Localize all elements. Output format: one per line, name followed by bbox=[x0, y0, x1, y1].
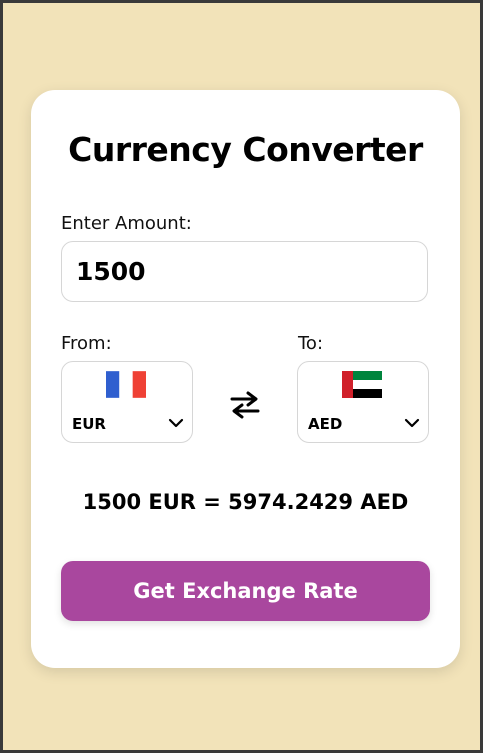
uae-flag-icon bbox=[342, 371, 382, 398]
conversion-result: 1500 EUR = 5974.2429 AED bbox=[82, 490, 409, 514]
converter-card: Currency Converter Enter Amount: From: E… bbox=[31, 90, 460, 668]
swap-arrows-icon[interactable] bbox=[228, 390, 262, 420]
from-currency-code: EUR bbox=[72, 415, 106, 433]
amount-label: Enter Amount: bbox=[61, 213, 192, 234]
amount-input[interactable] bbox=[61, 241, 428, 302]
from-currency-select[interactable]: EUR bbox=[61, 361, 193, 443]
to-label: To: bbox=[298, 333, 324, 354]
get-exchange-rate-button[interactable]: Get Exchange Rate bbox=[61, 561, 430, 621]
to-currency-select[interactable]: AED bbox=[297, 361, 429, 443]
chevron-down-icon bbox=[168, 418, 184, 428]
to-currency-code: AED bbox=[308, 415, 343, 433]
from-label: From: bbox=[61, 333, 112, 354]
page-title: Currency Converter bbox=[68, 130, 423, 169]
chevron-down-icon bbox=[404, 418, 420, 428]
france-flag-icon bbox=[106, 371, 146, 398]
